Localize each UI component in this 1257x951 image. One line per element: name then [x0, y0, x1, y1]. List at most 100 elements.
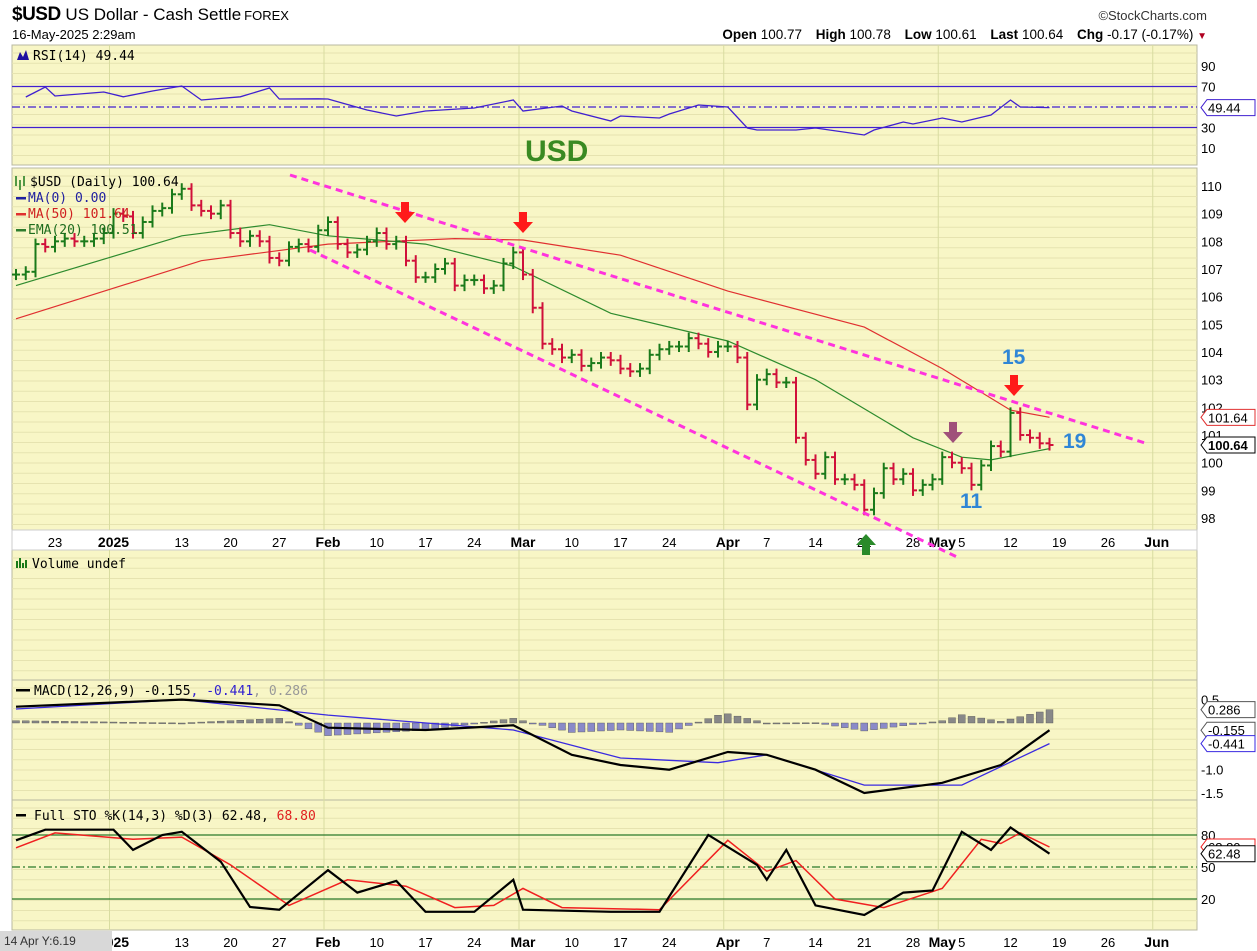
sto-k-legend: Full STO %K(14,3) %D(3) 62.48,: [34, 809, 269, 824]
macd-histogram-bar: [685, 722, 693, 726]
macd-histogram-bar: [519, 720, 527, 724]
macd-histogram-bar: [509, 718, 517, 724]
x-tick-label: Mar: [511, 934, 536, 950]
price-tick-label: 100: [1201, 456, 1223, 471]
rsi-last-tag: 49.44: [1208, 101, 1241, 116]
macd-histogram-bar: [275, 718, 283, 724]
price-tick-label: 108: [1201, 234, 1223, 249]
ema20-legend: EMA(20) 100.51: [28, 223, 138, 238]
macd-histogram-bar: [714, 715, 722, 724]
x-tick-label: 19: [1052, 935, 1066, 950]
macd-histogram-bar: [265, 718, 274, 724]
macd-histogram-bar: [139, 722, 147, 724]
x-tick-label: 10: [370, 535, 384, 550]
macd-histogram-bar: [100, 721, 108, 724]
x-tick-label: 23: [48, 535, 62, 550]
macd-histogram-bar: [694, 721, 703, 724]
ma0-legend: MA(0) 0.00: [28, 191, 106, 206]
x-tick-label: 7: [763, 935, 770, 950]
x-tick-label: 24: [662, 935, 676, 950]
sto-tick-label: 20: [1201, 892, 1215, 907]
macd-histogram-bar: [70, 721, 79, 724]
macd-histogram-bar: [51, 721, 59, 724]
macd-histogram-bar: [12, 720, 20, 724]
macd-histogram-bar: [607, 722, 615, 731]
chart-canvas[interactable]: 232320252025131320202727FebFeb1010171724…: [0, 0, 1257, 951]
price-tick-label: 110: [1201, 179, 1222, 194]
macd-histogram-bar: [226, 720, 235, 724]
macd-histogram-bar: [1006, 718, 1015, 724]
x-tick-label: 17: [418, 935, 432, 950]
price-tick-label: 103: [1201, 373, 1223, 388]
x-tick-label: Jun: [1144, 534, 1169, 550]
rsi-tick-label: 10: [1201, 141, 1215, 156]
macd-histogram-bar: [1026, 714, 1034, 724]
macd-histogram-bar: [792, 722, 800, 725]
macd-histogram-bar: [743, 718, 751, 724]
ma50-swatch: [16, 213, 26, 216]
macd-histogram-bar: [148, 722, 157, 724]
x-tick-label: 2025: [98, 534, 129, 550]
macd-histogram-bar: [899, 722, 907, 727]
x-tick-label: 26: [1101, 935, 1115, 950]
x-tick-label: 20: [223, 935, 237, 950]
sto-tick-label: 50: [1201, 860, 1215, 875]
x-tick-label: 17: [613, 935, 627, 950]
ma0-swatch: [16, 197, 26, 200]
x-tick-label: 14: [808, 935, 822, 950]
x-tick-label: 12: [1003, 535, 1017, 550]
price-last-tag: 100.64: [1208, 438, 1249, 453]
macd-histogram-bar: [324, 722, 332, 736]
macd-histogram-bar: [490, 720, 498, 724]
x-tick-label: 19: [1052, 535, 1066, 550]
annotation-15: 15: [1002, 346, 1026, 369]
macd-histogram-bar: [987, 719, 995, 724]
macd-histogram-bar: [285, 721, 293, 724]
macd-legend: MACD(12,26,9) -0.155, -0.441, 0.286: [34, 684, 308, 699]
x-tick-label: 10: [565, 935, 579, 950]
macd-histogram-bar: [295, 722, 303, 726]
x-tick-label: 5: [958, 935, 965, 950]
x-tick-label: Mar: [511, 534, 536, 550]
x-tick-label: Apr: [716, 534, 741, 550]
macd-tag: 0.286: [1208, 703, 1241, 718]
macd-histogram-bar: [187, 722, 196, 724]
macd-histogram-bar: [480, 722, 488, 724]
macd-histogram-bar: [207, 721, 215, 724]
x-tick-label: May: [929, 934, 956, 950]
macd-histogram-bar: [529, 722, 537, 725]
price-tick-label: 99: [1201, 483, 1215, 498]
macd-histogram-bar: [1036, 711, 1044, 724]
sto-legend: Full STO %K(14,3) %D(3) 62.48, 68.80: [34, 809, 316, 824]
macd-histogram-bar: [626, 722, 634, 731]
macd-histogram-bar: [304, 722, 313, 729]
price-tick-label: 109: [1201, 207, 1223, 222]
macd-histogram-bar: [802, 722, 810, 725]
macd-histogram-bar: [997, 721, 1005, 724]
macd-histogram-bar: [948, 717, 956, 724]
macd-histogram-bar: [587, 722, 595, 732]
x-tick-label: 13: [175, 935, 189, 950]
macd-histogram-bar: [577, 722, 586, 733]
volume-legend: Volume undef: [32, 557, 126, 572]
annotation-11: 11: [960, 490, 983, 513]
usd-annotation: USD: [525, 135, 588, 168]
x-tick-label: 28: [906, 935, 920, 950]
macd-histogram-bar: [158, 722, 166, 724]
macd-histogram-bar: [958, 714, 966, 724]
macd-histogram-bar: [61, 721, 69, 724]
macd-histogram-bar: [22, 720, 30, 724]
x-tick-label: 12: [1003, 935, 1017, 950]
macd-histogram-bar: [568, 722, 576, 733]
x-tick-label: 7: [763, 535, 770, 550]
x-tick-label: 26: [1101, 535, 1115, 550]
x-tick-label: 17: [613, 535, 627, 550]
x-tick-label: Feb: [316, 934, 341, 950]
x-tick-label: 21: [857, 935, 871, 950]
macd-histogram-bar: [704, 718, 712, 724]
macd-histogram-bar: [616, 722, 625, 731]
macd-histogram-bar: [928, 721, 937, 724]
macd-histogram-bar: [811, 722, 820, 724]
price-legend: $USD (Daily) 100.64: [30, 175, 179, 190]
macd-histogram-bar: [665, 722, 673, 733]
